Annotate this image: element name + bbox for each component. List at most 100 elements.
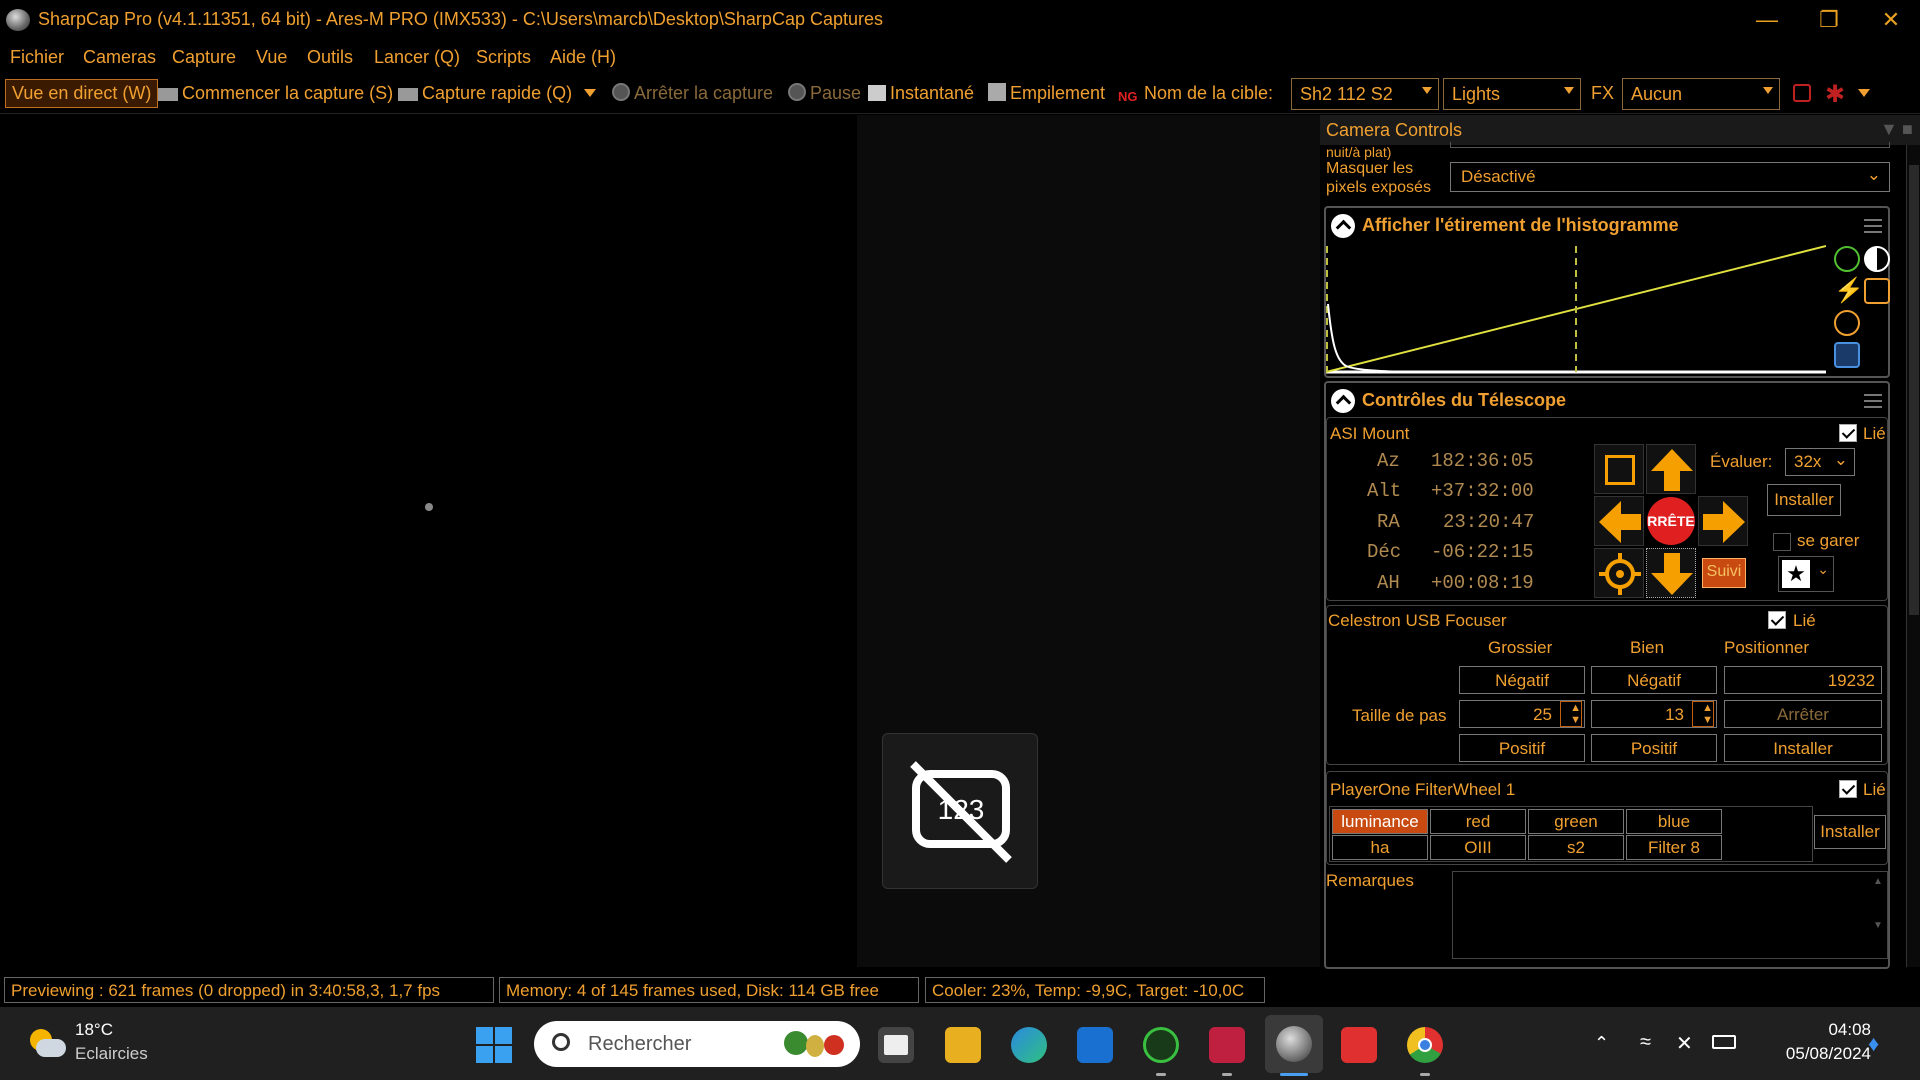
park-checkbox[interactable]: [1773, 533, 1791, 551]
position-input[interactable]: 19232: [1724, 666, 1882, 694]
astro-app-icon[interactable]: [1209, 1027, 1245, 1063]
lightning-icon[interactable]: ⚡: [1834, 278, 1864, 304]
filterwheel-install-button[interactable]: Installer: [1814, 815, 1886, 849]
filter-button[interactable]: blue: [1626, 809, 1722, 834]
menu-icon[interactable]: [1864, 394, 1882, 408]
collapse-chevron-icon[interactable]: [1331, 389, 1355, 413]
filter-button[interactable]: Filter 8: [1626, 835, 1722, 860]
notes-scrollbar[interactable]: ▲ ▼: [1871, 876, 1885, 954]
clock-date[interactable]: 05/08/2024: [1765, 1044, 1871, 1064]
minimize-button[interactable]: —: [1736, 0, 1798, 40]
quick-capture-dropdown-icon[interactable]: [584, 85, 596, 97]
focuser-install-button[interactable]: Installer: [1724, 734, 1882, 762]
fx-select[interactable]: Aucun: [1622, 78, 1780, 110]
pause-button[interactable]: Pause: [788, 83, 861, 104]
filter-button[interactable]: s2: [1528, 835, 1624, 860]
filter-button[interactable]: ha: [1332, 835, 1428, 860]
coarse-step-stepper[interactable]: 25 ▲ ▼: [1459, 700, 1585, 728]
fine-negative-button[interactable]: Négatif: [1591, 666, 1717, 694]
menu-icon[interactable]: [1864, 219, 1882, 233]
menu-tools[interactable]: Outils: [307, 47, 353, 68]
coarse-positive-button[interactable]: Positif: [1459, 734, 1585, 762]
close-button[interactable]: ✕: [1860, 0, 1920, 40]
move-east-button[interactable]: [1698, 496, 1748, 546]
notes-textarea[interactable]: ▲ ▼: [1452, 871, 1888, 959]
rate-select[interactable]: 32x ⌄: [1785, 448, 1855, 476]
power-icon[interactable]: [1834, 246, 1860, 272]
menu-help[interactable]: Aide (H): [550, 47, 616, 68]
file-explorer-icon[interactable]: [945, 1027, 981, 1063]
live-view-button[interactable]: Vue en direct (W): [5, 79, 159, 108]
fine-step-stepper[interactable]: 13 ▲ ▼: [1591, 700, 1717, 728]
histogram-chart[interactable]: [1326, 244, 1826, 376]
filter-button[interactable]: luminance: [1332, 809, 1428, 834]
clock-time[interactable]: 04:08: [1811, 1020, 1871, 1040]
task-view-icon[interactable]: [878, 1027, 914, 1063]
reset-icon[interactable]: [1834, 310, 1860, 336]
mount-linked-checkbox[interactable]: [1839, 424, 1857, 442]
notification-bell-icon[interactable]: ♦: [1868, 1031, 1879, 1057]
remote-desktop-icon[interactable]: [1341, 1027, 1377, 1063]
filter-button[interactable]: red: [1430, 809, 1526, 834]
red-cross-icon[interactable]: ✱: [1825, 80, 1845, 109]
contrast-icon[interactable]: [1864, 246, 1890, 272]
center-target-button[interactable]: [1594, 548, 1644, 598]
target-name-select[interactable]: Sh2 112 S2: [1291, 78, 1439, 110]
collapse-chevron-icon[interactable]: [1331, 214, 1355, 238]
taskbar-search-box[interactable]: Rechercher: [534, 1021, 860, 1067]
menu-cameras[interactable]: Cameras: [83, 47, 156, 68]
save-icon[interactable]: [1834, 342, 1860, 368]
cut-label: nuit/à plat): [1326, 144, 1392, 160]
move-south-button[interactable]: [1646, 548, 1696, 598]
menu-launch[interactable]: Lancer (Q): [374, 47, 460, 68]
tracking-button[interactable]: Suivi: [1702, 558, 1746, 588]
move-west-button[interactable]: [1594, 496, 1644, 546]
quick-capture-button[interactable]: Capture rapide (Q): [398, 83, 572, 104]
fine-positive-button[interactable]: Positif: [1591, 734, 1717, 762]
weather-icon[interactable]: [26, 1025, 66, 1063]
mask-pixels-select[interactable]: Désactivé ⌄: [1450, 162, 1890, 192]
store-icon[interactable]: [1077, 1027, 1113, 1063]
image-preview[interactable]: [0, 115, 857, 967]
tray-overflow-icon[interactable]: ⌃: [1594, 1033, 1609, 1054]
menu-view[interactable]: Vue: [256, 47, 287, 68]
menu-file[interactable]: Fichier: [10, 47, 64, 68]
chrome-icon[interactable]: [1407, 1027, 1443, 1063]
no-display-widget[interactable]: 123: [882, 733, 1038, 889]
move-north-button[interactable]: [1646, 444, 1696, 494]
stop-capture-button[interactable]: Arrêter la capture: [612, 83, 773, 104]
battery-icon[interactable]: [1712, 1035, 1736, 1049]
lock-icon[interactable]: [1864, 278, 1890, 304]
scrollbar-thumb[interactable]: [1909, 165, 1919, 615]
frame-type-select[interactable]: Lights: [1443, 78, 1581, 110]
favorites-button[interactable]: ★ ⌄: [1778, 556, 1834, 592]
stop-mount-button[interactable]: RRÊTE: [1646, 496, 1696, 546]
windows-start-icon[interactable]: [476, 1027, 512, 1063]
spiral-search-button[interactable]: [1594, 444, 1644, 494]
phd-guiding-icon[interactable]: [1143, 1027, 1179, 1063]
sharpcap-active-tile[interactable]: [1265, 1015, 1323, 1073]
snapshot-button[interactable]: Instantané: [868, 83, 974, 104]
menu-scripts[interactable]: Scripts: [476, 47, 531, 68]
toolbar-overflow-icon[interactable]: [1858, 85, 1870, 97]
coarse-negative-button[interactable]: Négatif: [1459, 666, 1585, 694]
red-square-icon[interactable]: [1793, 84, 1811, 102]
spinner-arrows-icon[interactable]: ▲ ▼: [1692, 701, 1714, 727]
start-capture-button[interactable]: Commencer la capture (S): [158, 83, 393, 104]
focuser-stop-button[interactable]: Arrêter: [1724, 700, 1882, 728]
restore-button[interactable]: ❐: [1798, 0, 1860, 40]
panel-collapse-icon[interactable]: ▼: [1880, 119, 1898, 140]
focuser-linked-checkbox[interactable]: [1768, 611, 1786, 629]
stacking-button[interactable]: Empilement: [988, 83, 1105, 104]
menu-capture[interactable]: Capture: [172, 47, 236, 68]
wifi-icon[interactable]: ≈: [1640, 1031, 1651, 1054]
edge-icon[interactable]: [1011, 1027, 1047, 1063]
panel-scrollbar[interactable]: [1906, 145, 1920, 967]
spinner-arrows-icon[interactable]: ▲ ▼: [1560, 701, 1582, 727]
filterwheel-linked-checkbox[interactable]: [1839, 780, 1857, 798]
volume-muted-icon[interactable]: ✕: [1676, 1031, 1693, 1056]
mount-install-button[interactable]: Installer: [1767, 484, 1841, 516]
filter-button[interactable]: OIII: [1430, 835, 1526, 860]
panel-pin-icon[interactable]: ■: [1902, 119, 1913, 140]
filter-button[interactable]: green: [1528, 809, 1624, 834]
